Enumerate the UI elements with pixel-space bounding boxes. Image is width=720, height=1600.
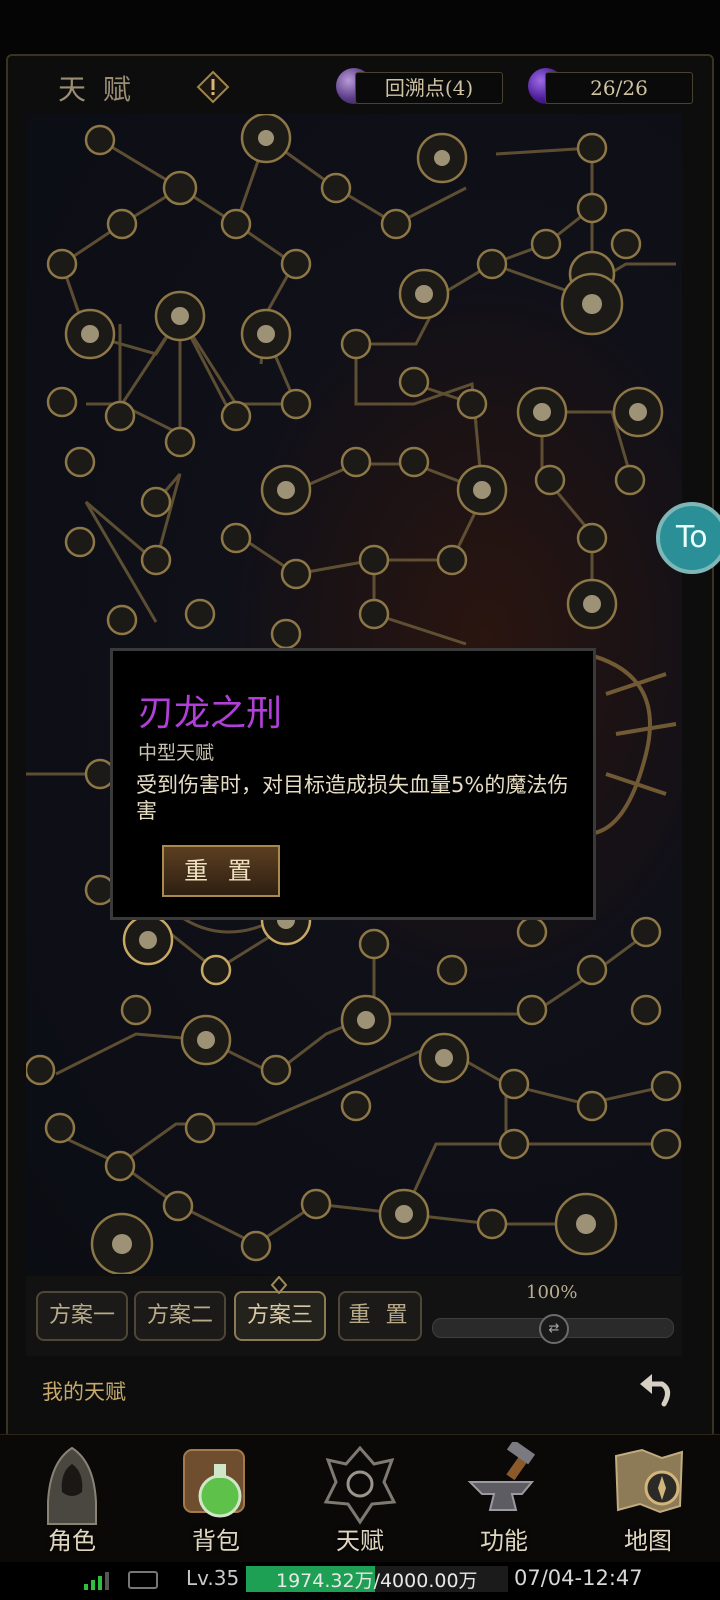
warning-icon[interactable] (196, 70, 230, 104)
player-level: Lv.35 (186, 1566, 240, 1590)
plan-1-button[interactable]: 方案一 (36, 1291, 128, 1341)
active-plan-marker-icon (270, 1276, 288, 1294)
nav-label: 功能 (480, 1527, 528, 1555)
plan-2-button[interactable]: 方案二 (134, 1291, 226, 1341)
talent-reset-button[interactable]: 重 置 (162, 845, 280, 897)
signal-icon (84, 1572, 109, 1590)
nav-talent[interactable]: 天赋 (288, 1434, 432, 1562)
zoom-slider-handle-icon[interactable]: ⇄ (539, 1314, 569, 1344)
hooded-character-icon (47, 1446, 97, 1525)
nav-label: 地图 (624, 1527, 672, 1555)
floating-side-button[interactable]: To (656, 502, 720, 574)
map-compass-icon (614, 1448, 684, 1514)
rewind-points: 回溯点(4) (355, 72, 503, 104)
nav-character[interactable]: 角色 (0, 1434, 144, 1562)
talent-type: 中型天赋 (138, 742, 215, 764)
nav-label: 角色 (48, 1527, 96, 1555)
talent-capacity: 26/26 (545, 72, 693, 104)
talent-description: 受到伤害时，对目标造成损失血量5%的魔法伤害 (136, 773, 569, 823)
dragon-crest-icon (323, 1445, 397, 1525)
battery-icon (128, 1571, 158, 1589)
anvil-hammer-icon (467, 1442, 536, 1511)
date-time: 07/04-12:47 (514, 1566, 643, 1590)
zoom-percent: 100% (526, 1282, 578, 1303)
talent-name: 刃龙之刑 (138, 693, 283, 734)
nav-label: 背包 (192, 1527, 240, 1555)
xp-text: 1974.32万/4000.00万 (276, 1570, 478, 1592)
back-arrow-icon[interactable] (634, 1368, 678, 1412)
page-title: 天 赋 (58, 73, 135, 106)
nav-map[interactable]: 地图 (576, 1434, 720, 1562)
backpack-potion-icon (183, 1449, 245, 1518)
plan-reset-button[interactable]: 重 置 (338, 1291, 422, 1341)
nav-label: 天赋 (336, 1527, 384, 1555)
nav-backpack[interactable]: 背包 (144, 1434, 288, 1562)
my-talent-label[interactable]: 我的天赋 (42, 1376, 126, 1406)
plan-3-button[interactable]: 方案三 (234, 1291, 326, 1341)
nav-function[interactable]: 功能 (432, 1434, 576, 1562)
